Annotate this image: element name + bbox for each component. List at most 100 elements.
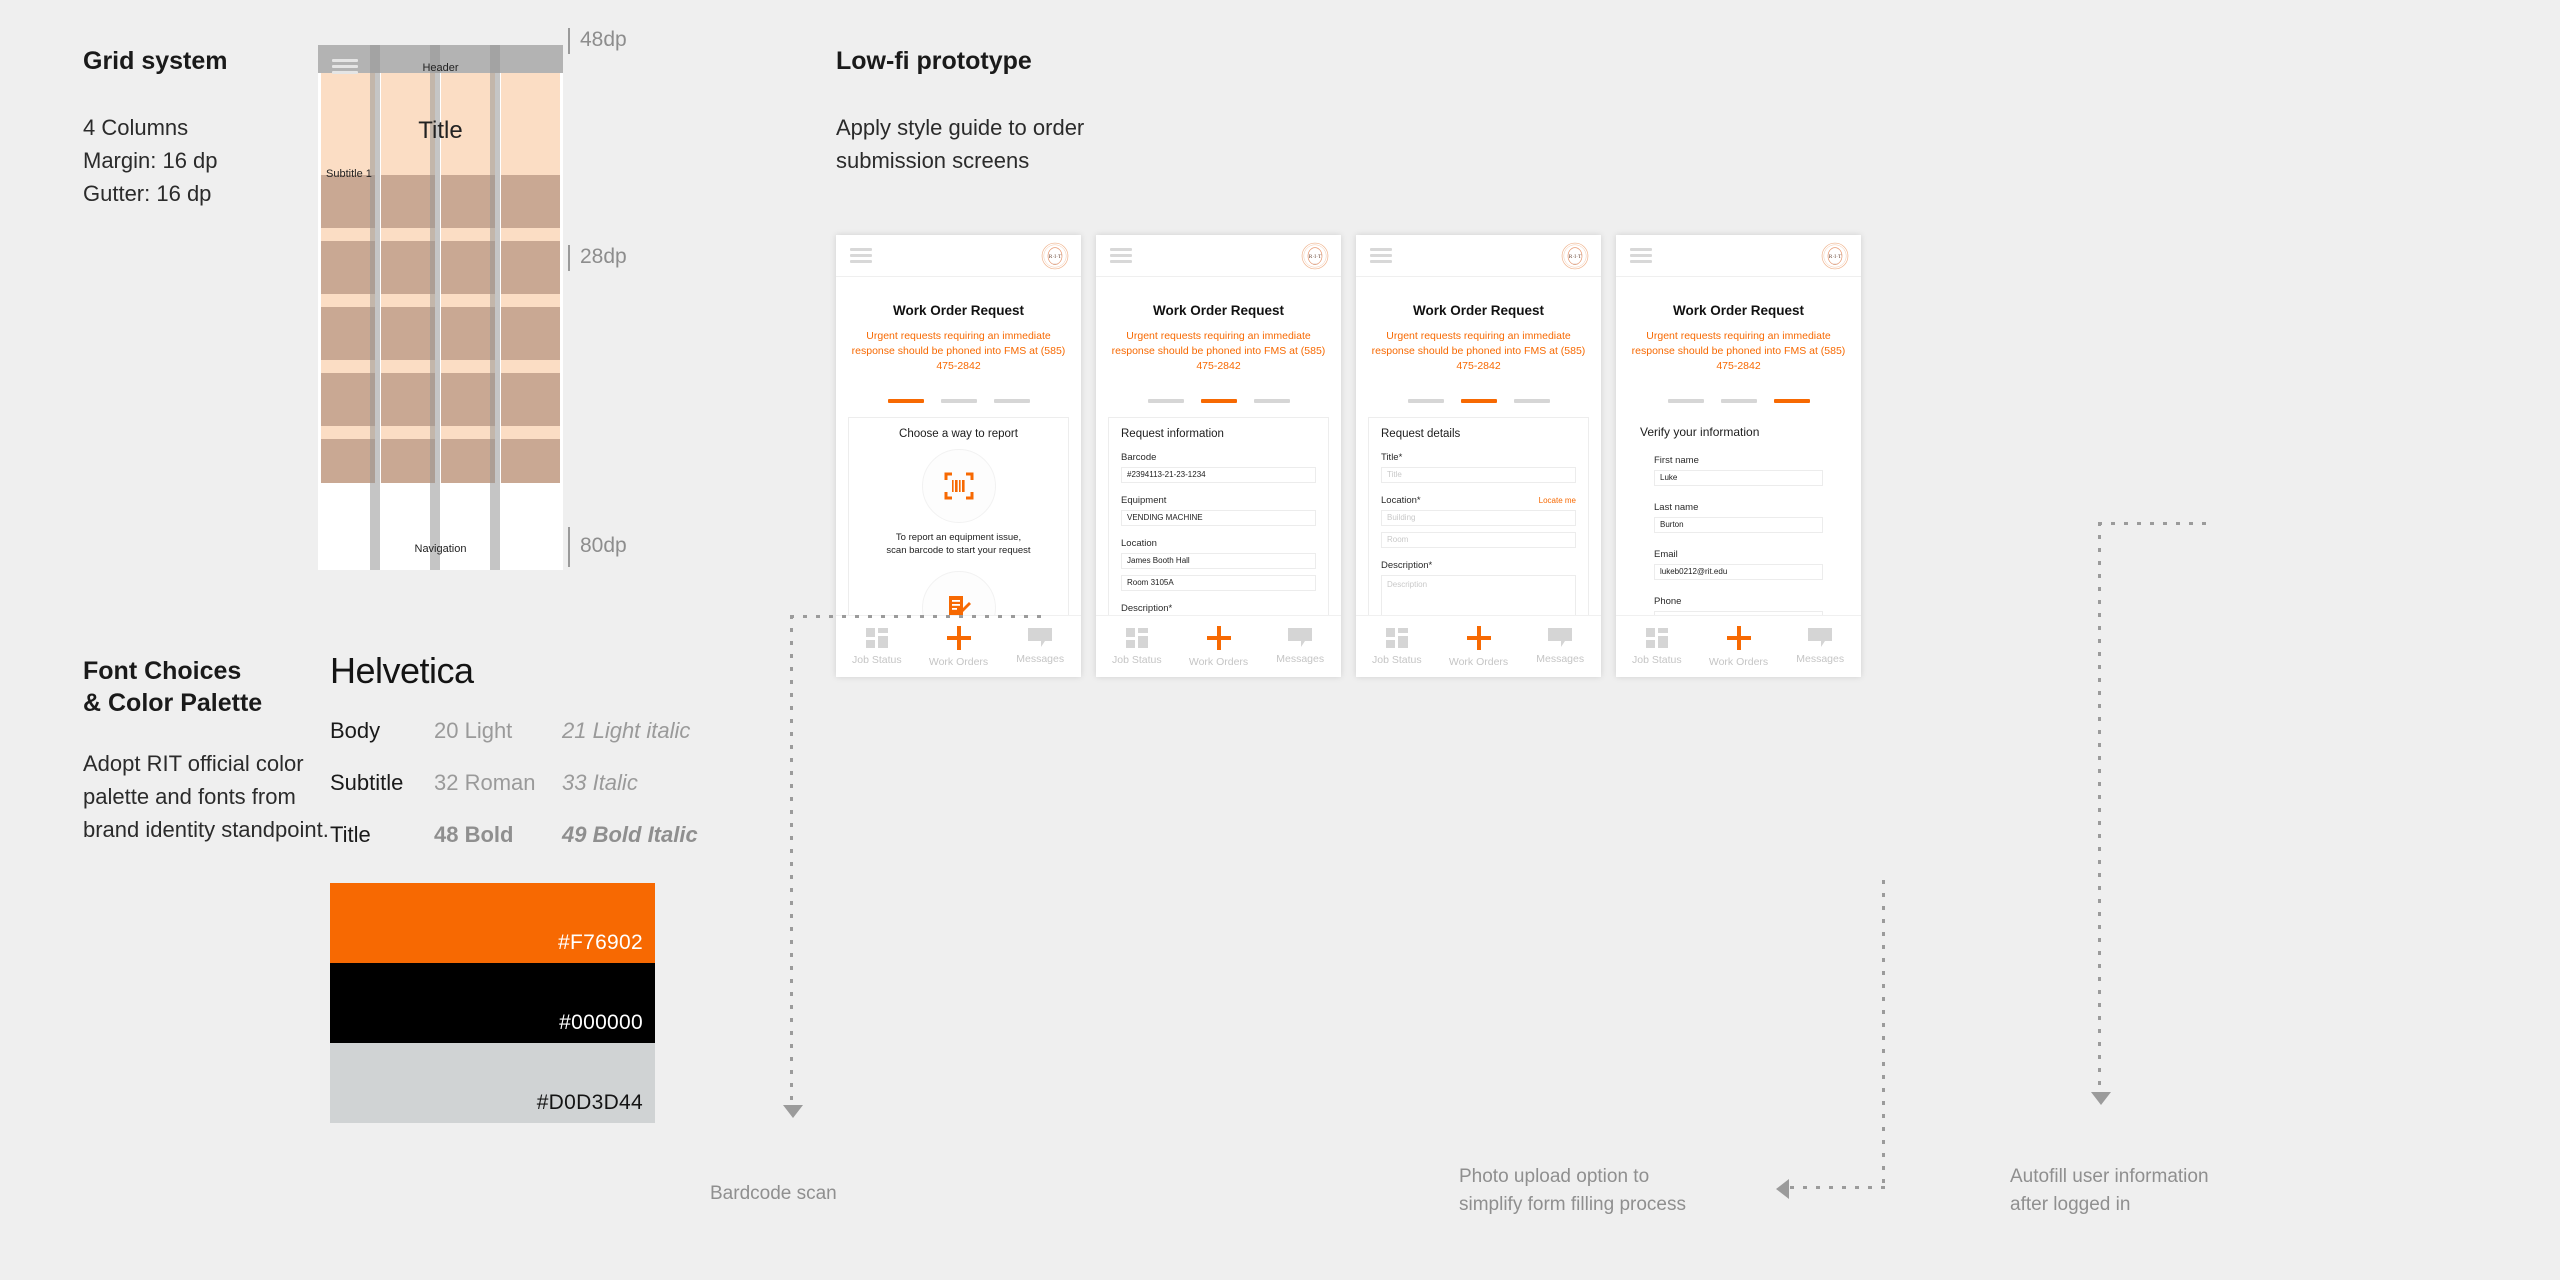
step-dot-2[interactable] — [1200, 398, 1237, 403]
page-title: Work Order Request — [1672, 303, 1805, 318]
step-dot-1[interactable] — [1147, 398, 1184, 403]
nav-work-orders[interactable]: Work Orders — [1438, 625, 1520, 668]
app-topbar: R·I·T 1829 — [1096, 235, 1341, 277]
screen-verify-information: R·I·T 1829 Work Order Request Urgent req… — [1616, 235, 1861, 677]
nav-label: Work Orders — [928, 655, 989, 668]
urgent-notice: Urgent requests requiring an immediate r… — [1371, 330, 1586, 373]
bottom-navigation: Job Status Work Orders Messages — [836, 615, 1081, 677]
message-icon — [1548, 628, 1573, 647]
nav-job-status[interactable]: Job Status — [1096, 627, 1178, 666]
room-input[interactable]: Room — [1381, 531, 1576, 548]
nav-label: Messages — [1276, 653, 1325, 665]
step-dot-1[interactable] — [887, 398, 924, 403]
page-title: Work Order Request — [1412, 303, 1545, 318]
barcode-scan-icon — [944, 472, 973, 500]
annotation-autofill: Autofill user information after logged i… — [2010, 1166, 2209, 1215]
nav-label: Work Orders — [1188, 655, 1249, 668]
barcode-scan-button[interactable] — [921, 448, 996, 523]
grid-system-section: Grid system 4 Columns Margin: 16 dp Gutt… — [83, 45, 343, 210]
nav-messages[interactable]: Messages — [999, 628, 1081, 665]
dashboard-icon — [865, 627, 888, 648]
grid-title-label: Title — [418, 117, 463, 144]
page-title: Work Order Request — [892, 303, 1025, 318]
step-dot-3[interactable] — [993, 398, 1030, 403]
plus-icon — [946, 625, 971, 650]
building-input[interactable]: James Booth Hall — [1121, 552, 1316, 569]
svg-text:R·I·T: R·I·T — [1569, 254, 1582, 260]
message-icon — [1808, 628, 1833, 647]
connector-barcode-arrow — [783, 1105, 803, 1118]
hamburger-icon[interactable] — [1630, 248, 1652, 266]
message-icon — [1288, 628, 1313, 647]
font-palette-body: Adopt RIT official color palette and fon… — [83, 751, 329, 842]
type-role-label: Body — [330, 718, 381, 743]
last-name-input[interactable]: Burton — [1654, 516, 1823, 533]
tick-bar-content — [568, 245, 570, 271]
plus-icon — [1726, 625, 1751, 650]
field-label-location: Location* — [1381, 494, 1421, 506]
nav-work-orders[interactable]: Work Orders — [918, 625, 1000, 668]
grid-subtitle-label: Subtitle 1 — [326, 168, 372, 180]
message-icon — [1028, 628, 1053, 647]
equipment-input[interactable]: VENDING MACHINE — [1121, 509, 1316, 526]
step-indicator — [1616, 398, 1861, 403]
nav-job-status[interactable]: Job Status — [836, 627, 918, 666]
step-dot-2[interactable] — [1720, 398, 1757, 403]
locate-me-link[interactable]: Locate me — [1539, 496, 1576, 505]
step-dot-3[interactable] — [1773, 398, 1810, 403]
hamburger-icon[interactable] — [1370, 248, 1392, 266]
dashboard-icon — [1125, 627, 1148, 648]
nav-job-status[interactable]: Job Status — [1356, 627, 1438, 666]
swatch-black: #000000 — [330, 963, 655, 1043]
nav-label: Messages — [1796, 653, 1845, 665]
building-input[interactable]: Building — [1381, 509, 1576, 526]
barcode-input[interactable]: #2394113-21-23-1234 — [1121, 466, 1316, 483]
first-name-input[interactable]: Luke — [1654, 469, 1823, 486]
tick-label-header: 48dp — [580, 28, 627, 51]
type-weight-bold: 48 Bold — [434, 822, 514, 847]
svg-text:1829: 1829 — [1053, 263, 1059, 266]
type-weight-italic: 33 Italic — [562, 770, 638, 795]
font-family-name: Helvetica — [330, 650, 474, 691]
email-input[interactable]: lukeb0212@rit.edu — [1654, 563, 1823, 580]
connector-photo-v — [1882, 880, 1885, 1186]
urgent-notice: Urgent requests requiring an immediate r… — [1631, 330, 1846, 373]
field-label-phone: Phone — [1654, 595, 1682, 607]
connector-barcode-v — [790, 615, 793, 1105]
font-palette-title: Font Choices & Color Palette — [83, 657, 263, 717]
svg-text:1829: 1829 — [1833, 263, 1839, 266]
rit-logo-icon: R·I·T 1829 — [1561, 242, 1589, 270]
step-dot-3[interactable] — [1253, 398, 1290, 403]
card-heading: Verify your information — [1640, 424, 1760, 439]
lofi-prototype-body: Apply style guide to order submission sc… — [836, 115, 1085, 173]
step-dot-2[interactable] — [1460, 398, 1497, 403]
app-topbar: R·I·T 1829 — [1616, 235, 1861, 277]
connector-autofill-h — [2098, 522, 2206, 525]
type-weight-italic: 21 Light italic — [562, 718, 691, 743]
nav-messages[interactable]: Messages — [1779, 628, 1861, 665]
field-label-barcode: Barcode — [1121, 451, 1157, 463]
field-label-location-row: Location* Locate me — [1381, 495, 1576, 506]
nav-messages[interactable]: Messages — [1519, 628, 1601, 665]
nav-label: Messages — [1536, 653, 1585, 665]
title-input[interactable]: Title — [1381, 466, 1576, 483]
field-label-description: Description* — [1381, 559, 1433, 571]
tick-label-content: 28dp — [580, 245, 627, 268]
step-dot-2[interactable] — [940, 398, 977, 403]
app-topbar: R·I·T 1829 — [1356, 235, 1601, 277]
hamburger-icon[interactable] — [1110, 248, 1132, 266]
rit-logo-icon: R·I·T 1829 — [1301, 242, 1329, 270]
step-dot-3[interactable] — [1513, 398, 1550, 403]
swatch-black-hex: #000000 — [559, 1011, 643, 1034]
nav-work-orders[interactable]: Work Orders — [1698, 625, 1780, 668]
style-guide-board: Grid system 4 Columns Margin: 16 dp Gutt… — [0, 0, 2560, 1280]
room-input[interactable]: Room 3105A — [1121, 574, 1316, 591]
type-weight-roman: 20 Light — [434, 718, 513, 743]
nav-work-orders[interactable]: Work Orders — [1178, 625, 1260, 668]
step-dot-1[interactable] — [1667, 398, 1704, 403]
swatch-gray: #D0D3D44 — [330, 1043, 655, 1123]
step-dot-1[interactable] — [1407, 398, 1444, 403]
nav-messages[interactable]: Messages — [1259, 628, 1341, 665]
nav-job-status[interactable]: Job Status — [1616, 627, 1698, 666]
hamburger-icon[interactable] — [850, 248, 872, 266]
